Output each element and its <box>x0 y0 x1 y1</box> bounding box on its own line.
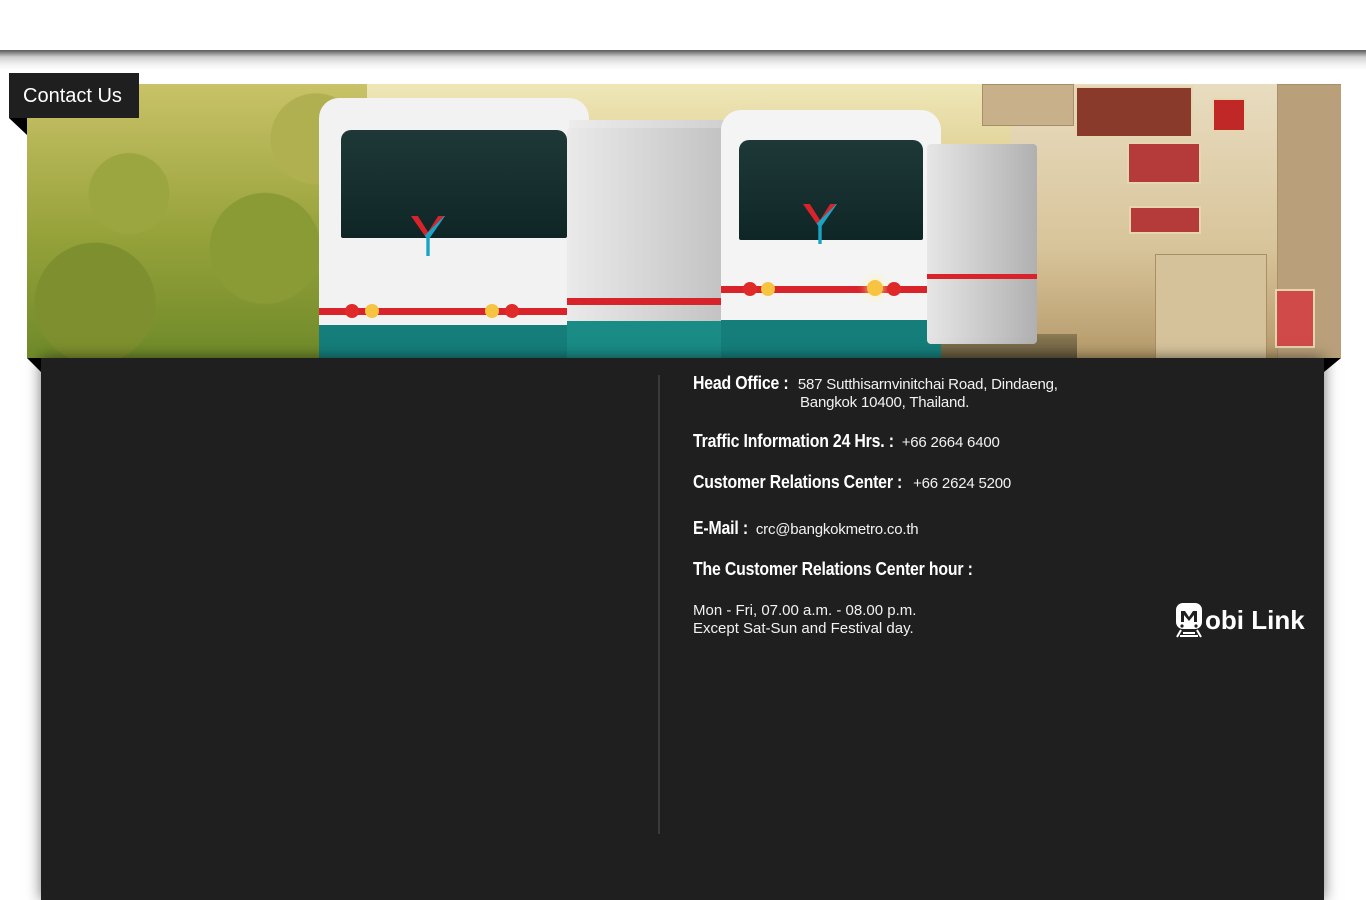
banner-train-cars <box>927 144 1037 344</box>
crc-phone[interactable]: +66 2624 5200 <box>913 475 1011 492</box>
hours-heading-row: The Customer Relations Center hour : <box>693 559 1011 580</box>
head-office-address-line2: Bangkok 10400, Thailand. <box>800 394 970 411</box>
banner-building <box>982 84 1074 126</box>
hours-label: The Customer Relations Center hour : <box>693 559 973 579</box>
crc-label: Customer Relations Center : <box>693 472 903 492</box>
email-label: E-Mail : <box>693 518 748 538</box>
banner-sign <box>1129 206 1201 234</box>
hours-line2: Except Sat-Sun and Festival day. <box>693 620 914 637</box>
banner-sign <box>1127 142 1201 184</box>
banner-sign <box>1212 98 1246 132</box>
banner-train <box>319 98 729 358</box>
head-office-address-line1: 587 Sutthisarnvinitchai Road, Dindaeng, <box>797 376 1058 393</box>
tab-fold-corner <box>9 118 27 135</box>
hero-banner-image <box>27 84 1341 358</box>
contact-us-tab: Contact Us <box>9 73 139 118</box>
hours-line1: Mon - Fri, 07.00 a.m. - 08.00 p.m. <box>693 602 917 619</box>
contact-panel: Head Office : 587 Sutthisarnvinitchai Ro… <box>41 358 1324 900</box>
panel-divider <box>658 375 660 834</box>
banner-sign <box>1275 289 1315 348</box>
mobi-link-text: obi Link <box>1205 604 1305 635</box>
head-office-address-row2: Bangkok 10400, Thailand. <box>800 394 969 412</box>
banner-trees <box>27 84 367 358</box>
email-row: E-Mail : crc@bangkokmetro.co.th <box>693 518 919 539</box>
head-office-label: Head Office : <box>693 373 789 393</box>
top-bar <box>0 0 1366 51</box>
top-bar-shadow <box>0 50 1366 70</box>
contact-us-label: Contact Us <box>23 85 122 107</box>
traffic-row: Traffic Information 24 Hrs. : +66 2664 6… <box>693 431 1000 452</box>
traffic-label: Traffic Information 24 Hrs. : <box>693 431 894 451</box>
train-m-icon <box>1175 602 1203 638</box>
hours-text: Mon - Fri, 07.00 a.m. - 08.00 p.m. Excep… <box>693 602 916 638</box>
panel-fold-left <box>27 358 41 372</box>
email-link[interactable]: crc@bangkokmetro.co.th <box>756 521 919 538</box>
traffic-phone[interactable]: +66 2664 6400 <box>902 434 1000 451</box>
banner-train <box>721 110 941 358</box>
mobi-link-logo: obi Link <box>1175 600 1315 640</box>
banner-sign <box>1075 86 1193 138</box>
head-office-row: Head Office : 587 Sutthisarnvinitchai Ro… <box>693 373 1058 394</box>
crc-row: Customer Relations Center : +66 2624 520… <box>693 472 1011 493</box>
panel-fold-right <box>1324 358 1341 372</box>
banner-train-cars <box>567 128 737 358</box>
banner-building <box>1155 254 1267 358</box>
